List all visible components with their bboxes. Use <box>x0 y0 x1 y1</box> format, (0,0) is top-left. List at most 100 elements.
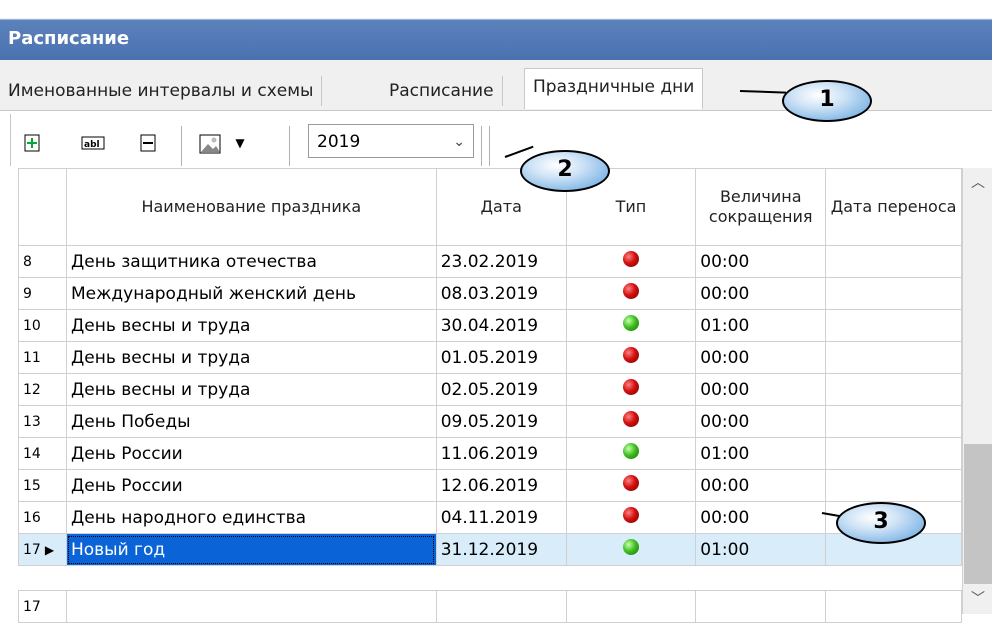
empty-cell <box>566 565 696 591</box>
footer-row: 17 <box>18 590 962 623</box>
transfer-date-cell[interactable] <box>825 469 962 502</box>
holiday-name-cell[interactable]: День Победы <box>65 405 437 438</box>
add-row-icon[interactable] <box>23 134 41 152</box>
callout-3: 3 <box>836 502 926 544</box>
holiday-name-cell[interactable]: День России <box>65 469 437 502</box>
scroll-thumb[interactable] <box>964 444 992 584</box>
footer-row-number: 17 <box>18 590 67 623</box>
holiday-name-cell[interactable]: День защитника отечества <box>65 245 437 278</box>
row-number[interactable]: 9 <box>18 277 67 310</box>
reduction-cell[interactable]: 00:00 <box>695 373 827 406</box>
holiday-type-cell[interactable] <box>565 437 697 470</box>
year-select[interactable]: 2019 ⌄ <box>308 124 474 158</box>
transfer-date-cell[interactable] <box>825 245 962 278</box>
holiday-date-cell[interactable]: 31.12.2019 <box>435 533 567 566</box>
window-title-bar: Расписание <box>0 0 992 60</box>
delete-row-icon[interactable] <box>139 134 157 152</box>
table-row[interactable]: 10 День весны и труда 30.04.2019 01:00 <box>18 309 962 342</box>
footer-cell <box>65 590 437 623</box>
footer-cell <box>565 590 697 623</box>
reduction-cell[interactable]: 00:00 <box>695 501 827 534</box>
holiday-date-cell[interactable]: 01.05.2019 <box>435 341 567 374</box>
holiday-date-cell[interactable]: 04.11.2019 <box>435 501 567 534</box>
row-number[interactable]: 15 <box>18 469 67 502</box>
transfer-date-cell[interactable] <box>825 373 962 406</box>
table-row[interactable]: 11 День весны и труда 01.05.2019 00:00 <box>18 341 962 374</box>
scroll-up-arrow-icon[interactable]: ︿ <box>963 168 992 198</box>
table-row[interactable]: 12 День весны и труда 02.05.2019 00:00 <box>18 373 962 406</box>
holiday-name-cell[interactable]: День народного единства <box>65 501 437 534</box>
holiday-name-cell[interactable]: Новый год <box>65 533 437 566</box>
reduction-cell[interactable]: 01:00 <box>695 533 827 566</box>
row-number[interactable]: 13 <box>18 405 67 438</box>
scroll-down-arrow-icon[interactable]: ﹀ <box>963 584 992 614</box>
column-header-transfer[interactable]: Дата переноса <box>825 168 962 246</box>
vertical-scrollbar[interactable]: ︿ ﹀ <box>962 168 992 614</box>
reduction-cell[interactable]: 00:00 <box>695 341 827 374</box>
holiday-type-red-icon <box>622 347 639 363</box>
table-row[interactable]: 9 Международный женский день 08.03.2019 00:… <box>18 277 962 310</box>
tab-named-intervals[interactable]: Именованные интервалы и схемы <box>0 76 323 106</box>
holiday-type-cell[interactable] <box>565 469 697 502</box>
toolbar: abl ▼ 2019 ⌄ <box>10 114 992 166</box>
row-number[interactable]: 11 <box>18 341 67 374</box>
empty-cell <box>66 565 437 591</box>
holiday-name-cell[interactable]: День России <box>65 437 437 470</box>
reduction-cell[interactable]: 00:00 <box>695 469 827 502</box>
column-header-reduction[interactable]: Величина сокращения <box>695 168 827 246</box>
dropdown-arrow-icon[interactable]: ▼ <box>231 134 249 152</box>
holiday-name-cell[interactable]: День весны и труда <box>65 309 437 342</box>
table-row[interactable]: 14 День России 11.06.2019 01:00 <box>18 437 962 470</box>
holiday-date-cell[interactable]: 09.05.2019 <box>435 405 567 438</box>
holiday-type-cell[interactable] <box>565 501 697 534</box>
holiday-name-cell[interactable]: День весны и труда <box>65 341 437 374</box>
holiday-type-cell[interactable] <box>565 309 697 342</box>
holiday-date-cell[interactable]: 02.05.2019 <box>435 373 567 406</box>
transfer-date-cell[interactable] <box>825 341 962 374</box>
holiday-type-cell[interactable] <box>565 341 697 374</box>
row-number[interactable]: 17 ▶ <box>18 533 67 566</box>
holiday-date-cell[interactable]: 30.04.2019 <box>435 309 567 342</box>
row-number[interactable]: 10 <box>18 309 67 342</box>
row-number[interactable]: 8 <box>18 245 67 278</box>
holiday-type-cell[interactable] <box>565 533 697 566</box>
transfer-date-cell[interactable] <box>825 405 962 438</box>
row-number[interactable]: 16 <box>18 501 67 534</box>
transfer-date-cell[interactable] <box>825 309 962 342</box>
holiday-type-green-icon <box>622 315 639 331</box>
table-row[interactable]: 16 День народного единства 04.11.2019 00:00 <box>18 501 962 534</box>
column-header-name[interactable]: Наименование праздника <box>65 168 437 246</box>
holiday-type-red-icon <box>622 411 639 427</box>
reduction-cell[interactable]: 00:00 <box>695 277 827 310</box>
reduction-cell[interactable]: 00:00 <box>695 405 827 438</box>
tab-schedule[interactable]: Расписание <box>381 76 503 106</box>
tab-holidays[interactable]: Праздничные дни <box>524 68 704 109</box>
table-row[interactable]: 13 День Победы 09.05.2019 00:00 <box>18 405 962 438</box>
holiday-type-cell[interactable] <box>565 277 697 310</box>
holiday-date-cell[interactable]: 11.06.2019 <box>435 437 567 470</box>
table-row[interactable]: 8 День защитника отечества 23.02.2019 00:00 <box>18 245 962 278</box>
holiday-date-cell[interactable]: 12.06.2019 <box>435 469 567 502</box>
footer-cell <box>435 590 567 623</box>
row-number[interactable]: 12 <box>18 373 67 406</box>
reduction-cell[interactable]: 00:00 <box>695 245 827 278</box>
image-export-icon[interactable] <box>199 134 221 154</box>
rename-icon[interactable]: abl <box>81 134 105 152</box>
reduction-cell[interactable]: 01:00 <box>695 437 827 470</box>
holiday-name-cell[interactable]: Международный женский день <box>65 277 437 310</box>
reduction-cell[interactable]: 01:00 <box>695 309 827 342</box>
holiday-type-red-icon <box>622 379 639 395</box>
table-row[interactable]: 17 ▶ Новый год 31.12.2019 01:00 <box>18 533 962 566</box>
row-number[interactable]: 14 <box>18 437 67 470</box>
transfer-date-cell[interactable] <box>825 277 962 310</box>
holiday-date-cell[interactable]: 08.03.2019 <box>435 277 567 310</box>
holiday-date-cell[interactable]: 23.02.2019 <box>435 245 567 278</box>
transfer-date-cell[interactable] <box>825 437 962 470</box>
holiday-type-cell[interactable] <box>565 405 697 438</box>
holiday-type-cell[interactable] <box>565 245 697 278</box>
row-number-header[interactable] <box>18 168 67 246</box>
window-title: Расписание <box>8 28 130 49</box>
holiday-name-cell[interactable]: День весны и труда <box>65 373 437 406</box>
table-row[interactable]: 15 День России 12.06.2019 00:00 <box>18 469 962 502</box>
holiday-type-cell[interactable] <box>565 373 697 406</box>
